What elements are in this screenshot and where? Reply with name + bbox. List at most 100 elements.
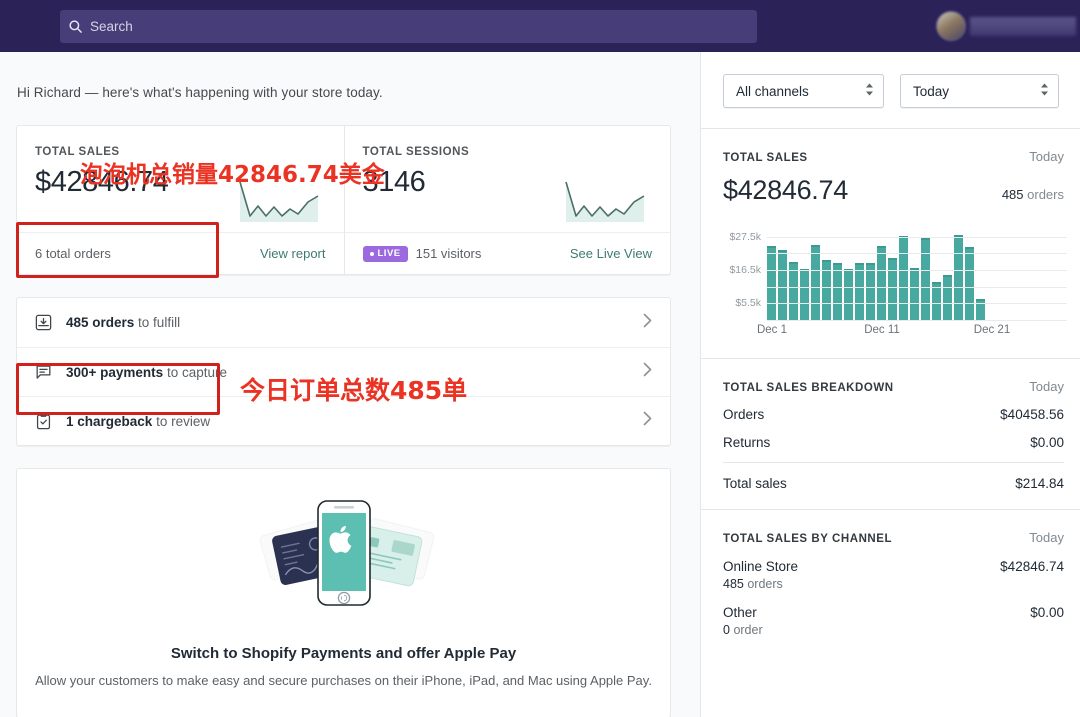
task-rest-payments: to capture — [163, 365, 227, 380]
task-strong-orders: 485 orders — [66, 315, 134, 330]
total-sales-bar-chart: $27.5k$16.5k$5.5k Dec 1Dec 11Dec 21Dec 3… — [723, 220, 1067, 340]
chart-bar — [855, 263, 864, 320]
channel-sub-other: 0 order — [723, 623, 1064, 637]
channel-count-online: 485 — [723, 577, 744, 591]
chart-bar — [833, 263, 842, 320]
task-label-payments: 300+ payments to capture — [66, 365, 227, 380]
annotation-text-orders: 今日订单总数485单 — [240, 371, 467, 407]
task-label-chargeback: 1 chargeback to review — [66, 414, 210, 429]
panel-channel-header: TOTAL SALES BY CHANNEL Today — [723, 530, 1064, 545]
chart-y-axis: $27.5k$16.5k$5.5k — [723, 220, 765, 320]
chart-y-tick-label: $27.5k — [729, 231, 761, 243]
period-select[interactable]: Today — [900, 74, 1059, 108]
panel-sales-breakdown: TOTAL SALES BREAKDOWN Today Orders $4045… — [701, 358, 1080, 509]
promo-title: Switch to Shopify Payments and offer App… — [17, 645, 670, 662]
content-area: Hi Richard — here's what's happening wit… — [0, 52, 1080, 717]
chart-gridline — [767, 320, 1067, 321]
inbox-download-icon — [34, 313, 66, 332]
channel-online-top: Online Store $42846.74 — [723, 559, 1064, 574]
chart-bar — [789, 262, 798, 320]
channel-label-other: Other — [723, 605, 757, 620]
payments-receipt-icon — [34, 363, 66, 382]
visitors-text: 151 visitors — [416, 246, 482, 261]
total-sales-card[interactable]: TOTAL SALES $42846.74 6 total orders Vie… — [17, 126, 344, 274]
shopify-admin-dashboard: Hi Richard — here's what's happening wit… — [0, 0, 1080, 717]
topbar-left-spacer — [0, 0, 60, 52]
channel-count-word-other: order — [733, 623, 762, 637]
live-visitors-group: LIVE 151 visitors — [363, 246, 482, 262]
breakdown-row-returns: Returns $0.00 — [723, 435, 1064, 450]
channel-value-other: $0.00 — [1030, 605, 1064, 620]
status-badge: LIVE — [363, 246, 408, 262]
chart-bar — [932, 282, 941, 320]
search-input[interactable] — [90, 10, 757, 43]
channel-other-top: Other $0.00 — [723, 605, 1064, 620]
panel-breakdown-header: TOTAL SALES BREAKDOWN Today — [723, 379, 1064, 394]
panel-total-sales-period: Today — [1029, 149, 1064, 164]
chart-bar — [910, 268, 919, 320]
panel-sales-by-channel: TOTAL SALES BY CHANNEL Today Online Stor… — [701, 509, 1080, 637]
insights-sidebar: All channels Today TOTAL SALES Today — [700, 52, 1080, 717]
breakdown-row-orders: Orders $40458.56 — [723, 407, 1064, 422]
account-name-redacted[interactable] — [970, 17, 1076, 36]
channel-count-word-online: orders — [747, 577, 782, 591]
top-navigation-bar — [0, 0, 1080, 52]
chart-bar — [899, 236, 908, 320]
channel-row-online-store: Online Store $42846.74 485 orders — [723, 559, 1064, 591]
chart-gridline — [767, 303, 1067, 304]
chart-bar — [954, 235, 963, 320]
channel-select-value: All channels — [736, 84, 809, 99]
channel-row-other: Other $0.00 0 order — [723, 605, 1064, 637]
total-sessions-footer: LIVE 151 visitors See Live View — [345, 232, 671, 274]
breakdown-value-returns: $0.00 — [1030, 435, 1064, 450]
task-rest-chargeback: to review — [152, 414, 210, 429]
panel-total-sales-title: TOTAL SALES — [723, 152, 808, 164]
breakdown-label-orders: Orders — [723, 407, 764, 422]
channel-sub-online: 485 orders — [723, 577, 1064, 591]
chevron-right-icon — [643, 363, 652, 382]
task-row-orders[interactable]: 485 orders to fulfill — [17, 298, 670, 347]
promo-subtitle: Allow your customers to make easy and se… — [17, 671, 670, 691]
channel-count-other: 0 — [723, 623, 730, 637]
chevron-right-icon — [643, 412, 652, 431]
breakdown-value-orders: $40458.56 — [1000, 407, 1064, 422]
panel-channel-period: Today — [1029, 530, 1064, 545]
view-report-link[interactable]: View report — [260, 246, 326, 261]
chart-x-axis: Dec 1Dec 11Dec 21Dec 30 — [767, 324, 1067, 340]
see-live-view-link[interactable]: See Live View — [570, 246, 652, 261]
chart-x-tick-label: Dec 1 — [757, 324, 787, 336]
channel-select[interactable]: All channels — [723, 74, 884, 108]
filters-row: All channels Today — [701, 52, 1080, 128]
panel-total-sales: TOTAL SALES Today $42846.74 485 orders $… — [701, 128, 1080, 358]
avatar[interactable] — [936, 11, 966, 41]
chevron-updown-icon — [865, 83, 874, 100]
task-strong-chargeback: 1 chargeback — [66, 414, 152, 429]
task-label-orders: 485 orders to fulfill — [66, 315, 180, 330]
channel-label-online: Online Store — [723, 559, 798, 574]
chart-gridline — [767, 237, 1067, 238]
chart-bar — [811, 245, 820, 320]
total-sales-footer: 6 total orders View report — [17, 232, 344, 274]
breakdown-label-returns: Returns — [723, 435, 770, 450]
search-icon — [60, 19, 90, 34]
panel-orders-word: orders — [1027, 187, 1064, 202]
account-area[interactable] — [936, 0, 1080, 52]
total-sales-orders-text: 6 total orders — [35, 246, 111, 261]
chart-x-tick-label: Dec 11 — [864, 324, 900, 336]
search-bar[interactable] — [60, 10, 757, 43]
chart-plot-area — [767, 220, 1067, 320]
chart-bar — [888, 258, 897, 320]
annotation-text-sales: 泡泡机总销量42846.74美金 — [80, 155, 385, 189]
panel-channel-title: TOTAL SALES BY CHANNEL — [723, 533, 892, 545]
chart-bar — [921, 238, 930, 320]
greeting-text: Hi Richard — here's what's happening wit… — [17, 85, 700, 100]
total-sessions-card[interactable]: TOTAL SESSIONS 3146 LIVE — [344, 126, 671, 274]
chart-bar — [877, 246, 886, 320]
chart-bar — [800, 269, 809, 321]
apple-pay-promo-card[interactable]: Switch to Shopify Payments and offer App… — [16, 468, 671, 717]
panel-breakdown-period: Today — [1029, 379, 1064, 394]
panel-total-sales-value: $42846.74 — [723, 175, 848, 206]
chevron-right-icon — [643, 313, 652, 332]
chart-bar — [767, 246, 776, 320]
clipboard-check-icon — [34, 412, 66, 431]
